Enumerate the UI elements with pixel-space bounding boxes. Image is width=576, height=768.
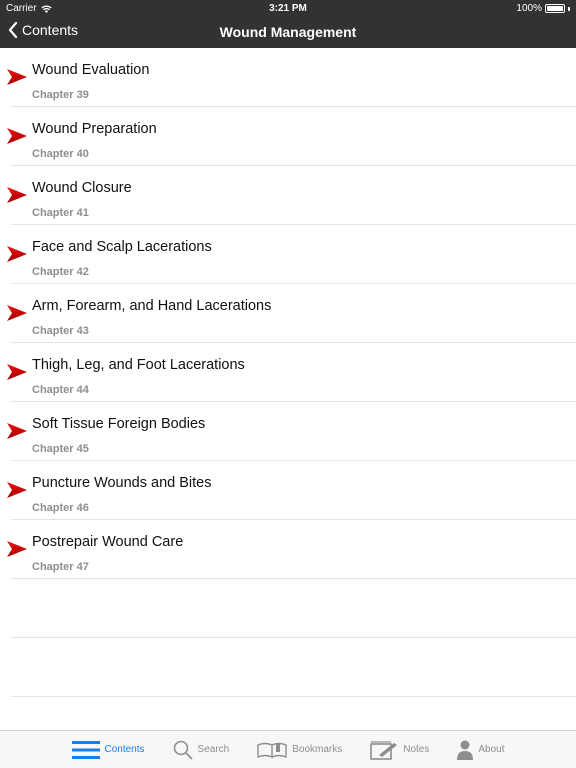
red-arrow-icon — [7, 246, 27, 262]
header: Carrier 3:21 PM 100% Contents Wound Mana… — [0, 0, 576, 48]
tab-label: Search — [197, 744, 230, 755]
page-title: Wound Management — [219, 24, 357, 40]
chapter-number: Chapter 44 — [32, 384, 89, 396]
tab-label: Notes — [403, 744, 430, 755]
chapter-title: Wound Evaluation — [32, 62, 150, 78]
chapter-title: Face and Scalp Lacerations — [32, 239, 212, 255]
chapter-row[interactable]: Wound Closure Chapter 41 — [7, 166, 576, 225]
tab-search[interactable]: Search — [159, 731, 244, 768]
chapter-row[interactable]: Postrepair Wound Care Chapter 47 — [7, 520, 576, 579]
chapter-number: Chapter 46 — [32, 502, 89, 514]
tab-bookmarks[interactable]: Bookmarks — [243, 731, 356, 768]
chapter-title: Soft Tissue Foreign Bodies — [32, 416, 206, 432]
tab-about[interactable]: About — [443, 731, 518, 768]
red-arrow-icon — [7, 541, 27, 557]
chapter-title: Postrepair Wound Care — [32, 534, 184, 550]
tab-bar: Contents Search Bookmarks Notes About — [0, 730, 576, 768]
empty-row — [11, 638, 576, 697]
person-icon — [457, 740, 474, 760]
search-icon — [173, 740, 193, 760]
tab-label: About — [478, 744, 505, 755]
red-arrow-icon — [7, 305, 27, 321]
chapter-number: Chapter 47 — [32, 561, 89, 573]
chapter-row[interactable]: Puncture Wounds and Bites Chapter 46 — [7, 461, 576, 520]
chapter-number: Chapter 41 — [32, 207, 89, 219]
battery: 100% — [516, 3, 570, 14]
chapter-number: Chapter 42 — [32, 266, 89, 278]
red-arrow-icon — [7, 187, 27, 203]
battery-icon — [545, 4, 565, 13]
chapter-row[interactable]: Arm, Forearm, and Hand Lacerations Chapte… — [7, 284, 576, 343]
clock: 3:21 PM — [269, 3, 307, 14]
chapter-number: Chapter 40 — [32, 148, 89, 160]
tab-notes[interactable]: Notes — [356, 731, 443, 768]
red-arrow-icon — [7, 423, 27, 439]
red-arrow-icon — [7, 128, 27, 144]
chapter-title: Thigh, Leg, and Foot Lacerations — [32, 357, 245, 373]
chapter-number: Chapter 39 — [32, 89, 89, 101]
chapter-number: Chapter 45 — [32, 443, 89, 455]
red-arrow-icon — [7, 69, 27, 85]
empty-row — [11, 579, 576, 638]
chapter-row[interactable]: Face and Scalp Lacerations Chapter 42 — [7, 225, 576, 284]
chapter-row[interactable]: Wound Evaluation Chapter 39 — [7, 48, 576, 107]
chapter-title: Arm, Forearm, and Hand Lacerations — [32, 298, 272, 314]
chapter-title: Puncture Wounds and Bites — [32, 475, 212, 491]
navigation-bar: Contents Wound Management — [0, 16, 576, 48]
list-icon — [71, 740, 100, 759]
chapter-number: Chapter 43 — [32, 325, 89, 337]
chapter-row[interactable]: Thigh, Leg, and Foot Lacerations Chapter … — [7, 343, 576, 402]
chapter-list: Wound Evaluation Chapter 39 Wound Preparat… — [0, 48, 576, 697]
status-bar: Carrier 3:21 PM 100% — [0, 0, 576, 16]
tab-label: Bookmarks — [292, 744, 343, 755]
book-icon — [257, 742, 287, 758]
battery-percent: 100% — [516, 3, 542, 14]
notes-icon — [370, 740, 398, 760]
tab-label: Contents — [104, 744, 145, 755]
chapter-title: Wound Preparation — [32, 121, 157, 137]
red-arrow-icon — [7, 482, 27, 498]
chapter-row[interactable]: Wound Preparation Chapter 40 — [7, 107, 576, 166]
tab-contents[interactable]: Contents — [58, 731, 159, 768]
red-arrow-icon — [7, 364, 27, 380]
chapter-title: Wound Closure — [32, 180, 132, 196]
chapter-row[interactable]: Soft Tissue Foreign Bodies Chapter 45 — [7, 402, 576, 461]
